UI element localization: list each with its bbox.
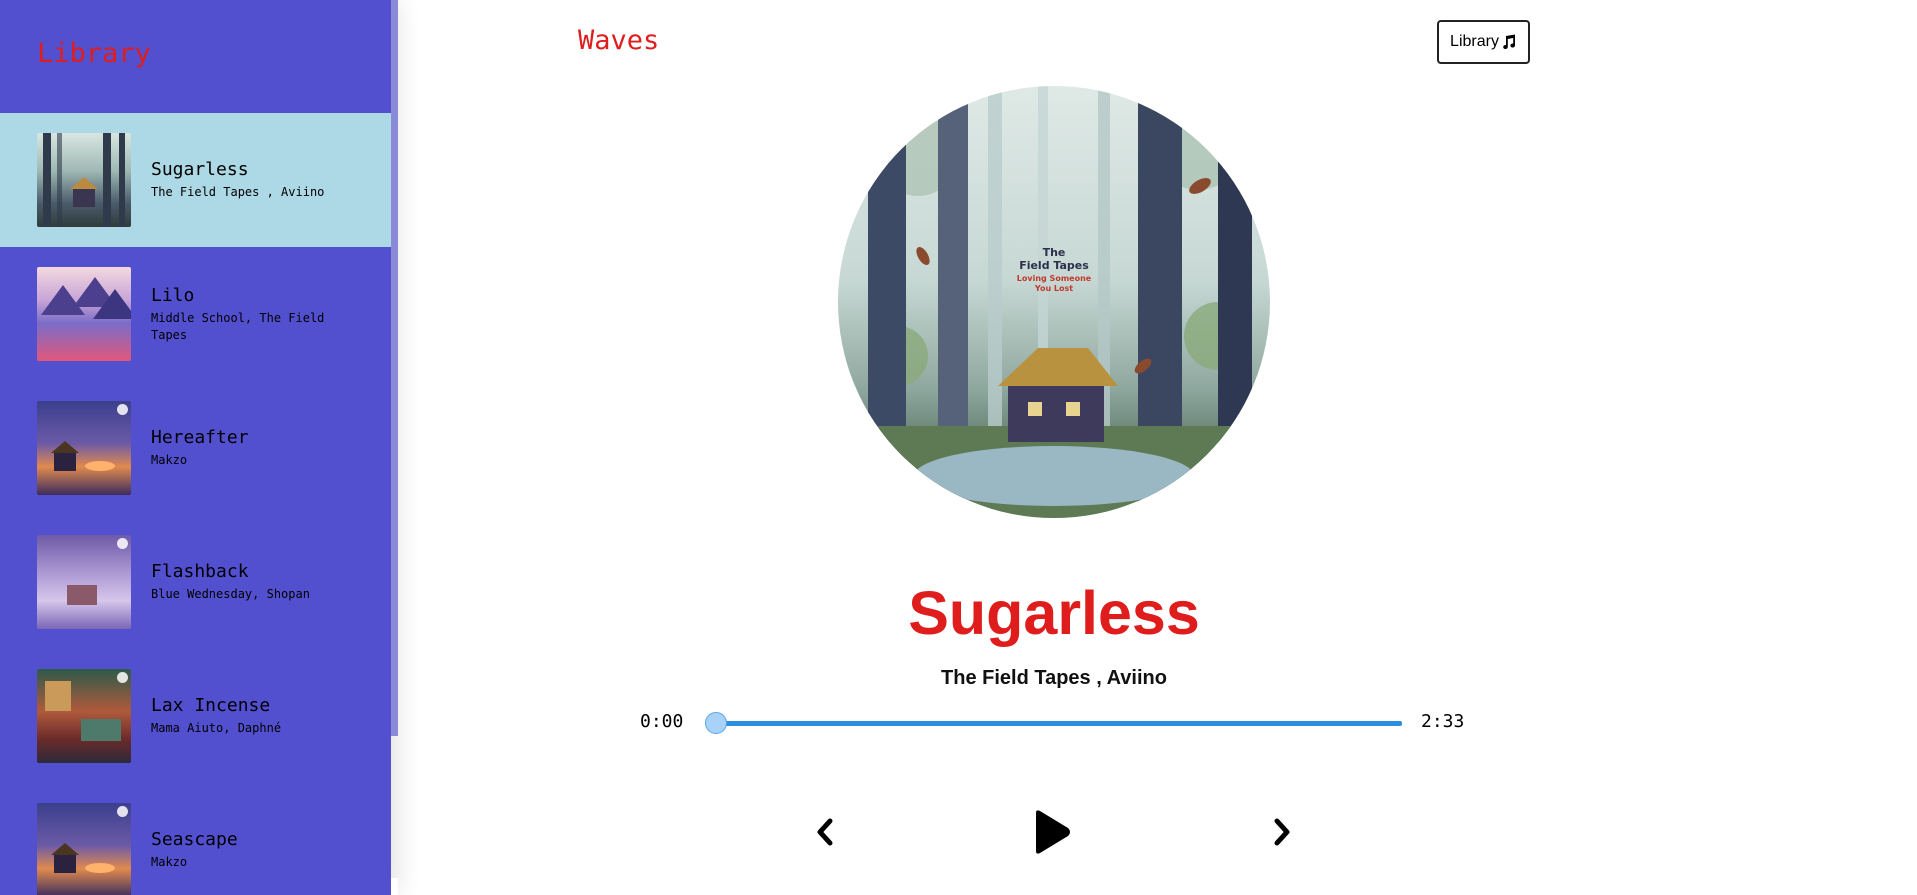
library-title: Library xyxy=(37,38,151,69)
song-cover-image xyxy=(37,401,131,495)
progress-thumb[interactable] xyxy=(705,712,727,734)
previous-track-button[interactable] xyxy=(810,815,840,849)
song-artist: The Field Tapes , Aviino xyxy=(151,185,325,199)
song-name: Lax Incense xyxy=(151,695,271,716)
song-cover-image xyxy=(37,267,131,361)
song-info: Sugarless The Field Tapes , Aviino xyxy=(151,159,361,201)
forest-cabin-art: The Field Tapes Loving Someone You Lost xyxy=(838,86,1270,518)
song-name: Lilo xyxy=(151,284,195,306)
song-info: Lax Incense Mama Aiuto, Daphné xyxy=(151,695,361,737)
song-artist: Makzo xyxy=(151,453,188,467)
song-item-lilo[interactable]: Lilo Middle School, The Field Tapes xyxy=(0,247,391,381)
track-title: Sugarless xyxy=(908,579,1200,647)
total-time: 2:33 xyxy=(1421,711,1465,732)
artwork-lettering-line-4: You Lost xyxy=(1034,284,1073,293)
song-list: Sugarless The Field Tapes , Aviino Lilo … xyxy=(0,113,391,895)
song-item-sugarless[interactable]: Sugarless The Field Tapes , Aviino xyxy=(0,113,391,247)
current-time: 0:00 xyxy=(640,711,684,732)
song-name: Sugarless xyxy=(151,159,249,180)
sidebar-scrollbar-track-end xyxy=(391,878,398,895)
library-toggle-button[interactable]: Library xyxy=(1437,20,1530,64)
song-item-seascape[interactable]: Seascape Makzo xyxy=(0,783,391,895)
chevron-right-icon xyxy=(1274,818,1290,846)
song-cover-image xyxy=(37,803,131,895)
song-item-hereafter[interactable]: Hereafter Makzo xyxy=(0,381,391,515)
song-cover-image xyxy=(37,133,131,227)
song-name: Hereafter xyxy=(151,427,249,448)
song-artist: Middle School, The Field Tapes xyxy=(151,310,325,342)
song-artist: Makzo xyxy=(151,855,188,869)
artwork-lettering-line-1: The xyxy=(1043,246,1066,259)
library-sidebar: Library Sugarless The Field Tapes , Avii… xyxy=(0,0,391,895)
song-info: Hereafter Makzo xyxy=(151,427,361,469)
song-name: Seascape xyxy=(151,829,238,850)
app-title: Waves xyxy=(578,25,660,56)
artwork-lettering-line-2: Field Tapes xyxy=(1019,259,1089,272)
chevron-left-icon xyxy=(817,818,833,846)
song-info: Seascape Makzo xyxy=(151,829,361,871)
next-track-button[interactable] xyxy=(1267,815,1297,849)
track-artist: The Field Tapes , Aviino xyxy=(941,667,1167,689)
play-icon xyxy=(1036,810,1070,854)
song-artist: Mama Aiuto, Daphné xyxy=(151,721,282,735)
library-button-label: Library xyxy=(1450,33,1499,50)
play-button[interactable] xyxy=(1030,808,1074,856)
song-info: Lilo Middle School, The Field Tapes xyxy=(151,285,361,344)
artwork-lettering-line-3: Loving Someone xyxy=(1017,274,1092,283)
progress-slider[interactable] xyxy=(705,712,1402,734)
music-note-icon xyxy=(1503,34,1515,50)
album-artwork: The Field Tapes Loving Someone You Lost xyxy=(838,86,1270,518)
